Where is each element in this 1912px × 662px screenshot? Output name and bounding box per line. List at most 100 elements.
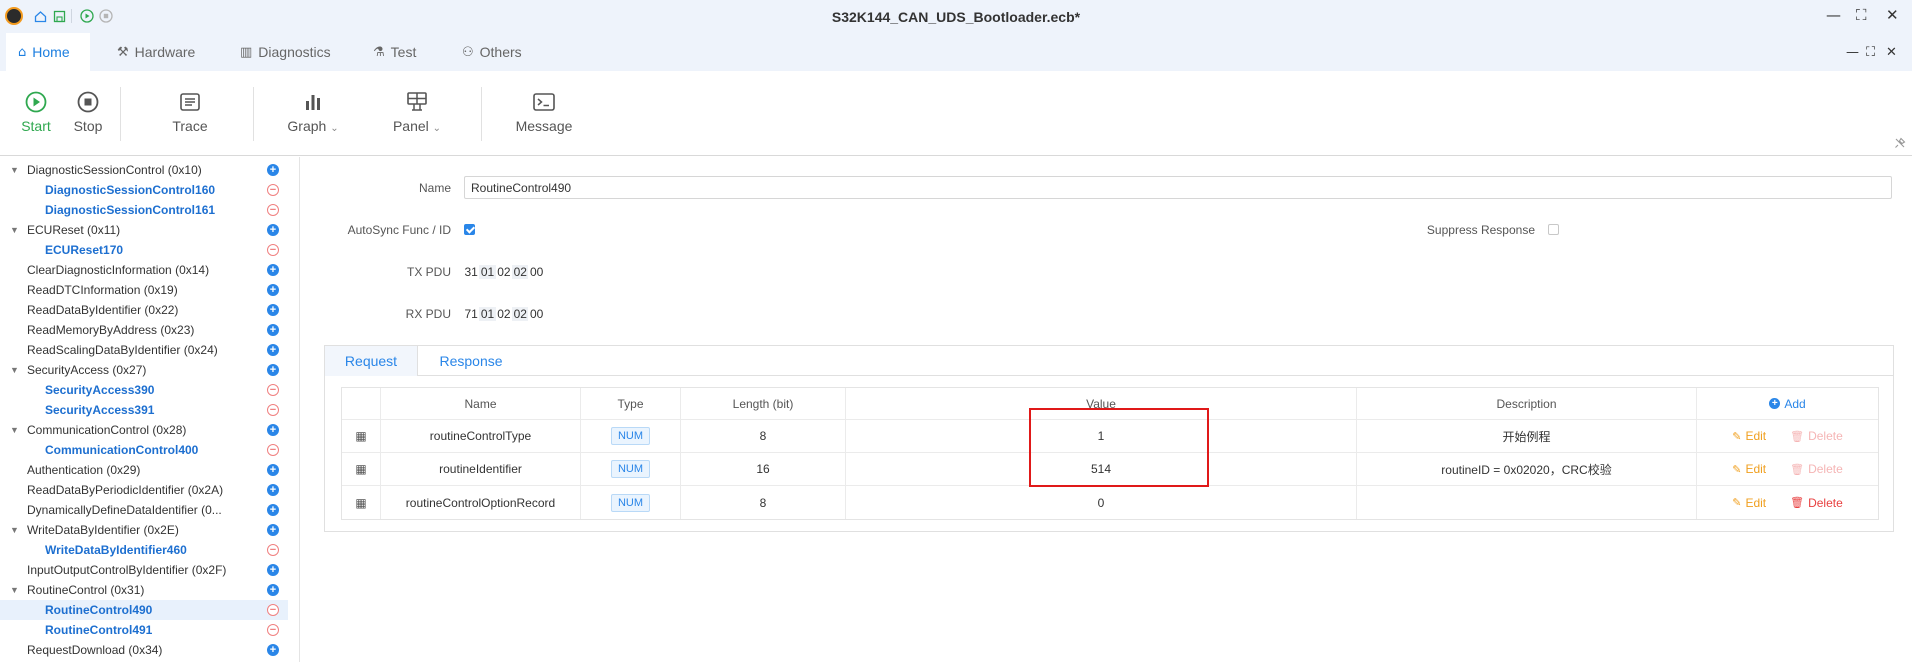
remove-circle-icon[interactable]: − xyxy=(267,624,279,636)
tab-request[interactable]: Request xyxy=(325,346,418,376)
tree-instance-node[interactable]: CommunicationControl400 − xyxy=(0,440,288,460)
expand-caret-icon[interactable]: ▼ xyxy=(10,585,19,595)
tree-service-node[interactable]: Authentication (0x29) + xyxy=(0,460,288,480)
tree-service-node[interactable]: ▼ DiagnosticSessionControl (0x10) + xyxy=(0,160,288,180)
add-circle-icon[interactable]: + xyxy=(267,644,279,656)
menu-bar: ⌂ Home ⚒ Hardware ▥ Diagnostics ⚗ Test ⚇ Othe… xyxy=(0,33,1912,71)
tree-service-node[interactable]: ReadDataByIdentifier (0x22) + xyxy=(0,300,288,320)
add-circle-icon[interactable]: + xyxy=(267,264,279,276)
tree-instance-node[interactable]: SecurityAccess390 − xyxy=(0,380,288,400)
param-value[interactable]: 0 xyxy=(846,486,1357,519)
graph-button[interactable]: Graph ⌄ xyxy=(285,71,341,156)
service-tree: ▼ DiagnosticSessionControl (0x10) + Diagnos… xyxy=(0,157,300,662)
tree-service-node[interactable]: ▼ CommunicationControl (0x28) + xyxy=(0,420,288,440)
tree-service-node[interactable]: ▼ SecurityAccess (0x27) + xyxy=(0,360,288,380)
tree-instance-node[interactable]: WriteDataByIdentifier460 − xyxy=(0,540,288,560)
tab-home[interactable]: ⌂ Home xyxy=(6,33,90,71)
message-button[interactable]: Message xyxy=(514,71,574,156)
ribbon-divider xyxy=(253,87,254,141)
edit-button[interactable]: ✎ Edit xyxy=(1732,462,1766,476)
add-circle-icon[interactable]: + xyxy=(267,224,279,236)
doc-restore-button[interactable]: ⛶ xyxy=(1866,45,1875,60)
remove-circle-icon[interactable]: − xyxy=(267,444,279,456)
remove-circle-icon[interactable]: − xyxy=(267,384,279,396)
tx-byte: 02 xyxy=(497,265,511,279)
start-button[interactable]: Start xyxy=(18,71,54,156)
panel-button[interactable]: Panel ⌄ xyxy=(389,71,445,156)
minimize-button[interactable]: — xyxy=(1826,6,1841,24)
add-circle-icon[interactable]: + xyxy=(267,484,279,496)
tab-test[interactable]: ⚗ Test xyxy=(373,33,416,71)
name-input[interactable]: RoutineControl490 xyxy=(464,176,1892,199)
add-circle-icon[interactable]: + xyxy=(267,424,279,436)
suppress-response-checkbox[interactable] xyxy=(1548,224,1559,235)
drag-handle[interactable]: ▦ xyxy=(342,486,381,519)
remove-circle-icon[interactable]: − xyxy=(267,544,279,556)
tree-instance-node[interactable]: DiagnosticSessionControl161 − xyxy=(0,200,288,220)
add-circle-icon[interactable]: + xyxy=(267,524,279,536)
tree-service-node[interactable]: ▼ ECUReset (0x11) + xyxy=(0,220,288,240)
doc-close-button[interactable]: ✕ xyxy=(1886,45,1897,60)
hammer-icon: ⚒ xyxy=(117,44,129,60)
maximize-button[interactable]: ⛶ xyxy=(1856,6,1867,24)
unpin-icon[interactable] xyxy=(1894,137,1906,152)
tree-service-node[interactable]: ClearDiagnosticInformation (0x14) + xyxy=(0,260,288,280)
add-circle-icon[interactable]: + xyxy=(267,564,279,576)
tree-service-node[interactable]: ReadDTCInformation (0x19) + xyxy=(0,280,288,300)
tree-service-node[interactable]: DynamicallyDefineDataIdentifier (0... + xyxy=(0,500,288,520)
add-circle-icon[interactable]: + xyxy=(267,304,279,316)
doc-minimize-button[interactable]: — xyxy=(1846,45,1859,60)
graph-label: Graph ⌄ xyxy=(287,118,339,134)
add-circle-icon[interactable]: + xyxy=(267,464,279,476)
tree-instance-node[interactable]: ECUReset170 − xyxy=(0,240,288,260)
tree-instance-node[interactable]: SecurityAccess391 − xyxy=(0,400,288,420)
tab-others[interactable]: ⚇ Others xyxy=(462,33,522,71)
tree-service-node[interactable]: ReadMemoryByAddress (0x23) + xyxy=(0,320,288,340)
remove-circle-icon[interactable]: − xyxy=(267,204,279,216)
tree-service-node[interactable]: RequestDownload (0x34) + xyxy=(0,640,288,660)
tree-service-node[interactable]: ▼ RoutineControl (0x31) + xyxy=(0,580,288,600)
expand-caret-icon[interactable]: ▼ xyxy=(10,425,19,435)
tx-byte: 02 xyxy=(512,265,529,279)
drag-handle[interactable]: ▦ xyxy=(342,420,381,452)
edit-button[interactable]: ✎ Edit xyxy=(1732,496,1766,510)
home-gear-icon: ⌂ xyxy=(18,44,27,60)
tree-service-node[interactable]: ReadDataByPeriodicIdentifier (0x2A) + xyxy=(0,480,288,500)
autosync-checkbox[interactable] xyxy=(464,224,475,235)
delete-button[interactable]: 🗑 Delete xyxy=(1790,496,1843,510)
add-circle-icon[interactable]: + xyxy=(267,324,279,336)
tree-instance-node[interactable]: RoutineControl490 − xyxy=(0,600,288,620)
delete-label: Delete xyxy=(1808,495,1843,510)
tab-response[interactable]: Response xyxy=(418,346,524,376)
remove-circle-icon[interactable]: − xyxy=(267,404,279,416)
add-circle-icon[interactable]: + xyxy=(267,344,279,356)
tree-service-node[interactable]: ▼ WriteDataByIdentifier (0x2E) + xyxy=(0,520,288,540)
tree-service-node[interactable]: ReadScalingDataByIdentifier (0x24) + xyxy=(0,340,288,360)
tree-instance-node[interactable]: DiagnosticSessionControl160 − xyxy=(0,180,288,200)
remove-circle-icon[interactable]: − xyxy=(267,184,279,196)
add-row-button[interactable]: + Add xyxy=(1697,388,1878,419)
add-circle-icon[interactable]: + xyxy=(267,584,279,596)
tab-diagnostics[interactable]: ▥ Diagnostics xyxy=(240,33,331,71)
expand-caret-icon[interactable]: ▼ xyxy=(10,225,19,235)
tree-service-node[interactable]: InputOutputControlByIdentifier (0x2F) + xyxy=(0,560,288,580)
add-circle-icon[interactable]: + xyxy=(267,284,279,296)
remove-circle-icon[interactable]: − xyxy=(267,244,279,256)
trace-button[interactable]: Trace xyxy=(170,71,210,156)
remove-circle-icon[interactable]: − xyxy=(267,604,279,616)
drag-handle[interactable]: ▦ xyxy=(342,453,381,485)
close-button[interactable]: ✕ xyxy=(1886,6,1899,24)
edit-button[interactable]: ✎ Edit xyxy=(1732,429,1766,443)
stop-button[interactable]: Stop xyxy=(70,71,106,156)
add-circle-icon[interactable]: + xyxy=(267,164,279,176)
grid-drag-icon: ▦ xyxy=(355,495,367,510)
delete-button[interactable]: 🗑 Delete xyxy=(1790,429,1843,443)
expand-caret-icon[interactable]: ▼ xyxy=(10,365,19,375)
add-circle-icon[interactable]: + xyxy=(267,504,279,516)
add-circle-icon[interactable]: + xyxy=(267,364,279,376)
delete-button[interactable]: 🗑 Delete xyxy=(1790,462,1843,476)
tree-instance-node[interactable]: RoutineControl491 − xyxy=(0,620,288,640)
tab-hardware[interactable]: ⚒ Hardware xyxy=(117,33,195,71)
expand-caret-icon[interactable]: ▼ xyxy=(10,165,19,175)
expand-caret-icon[interactable]: ▼ xyxy=(10,525,19,535)
